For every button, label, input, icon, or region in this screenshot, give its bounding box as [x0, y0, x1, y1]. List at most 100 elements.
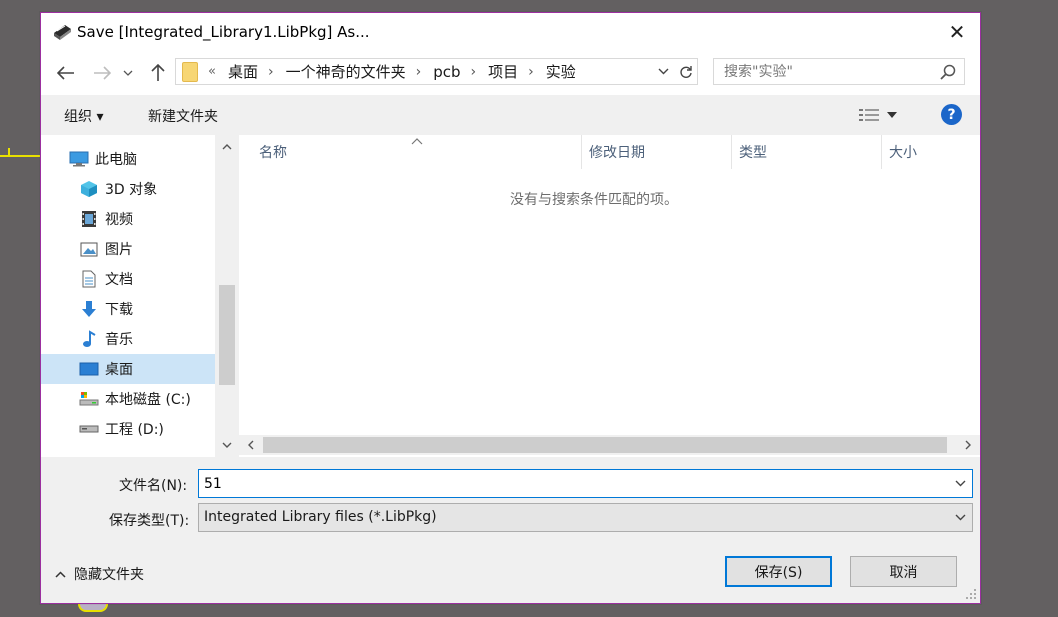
view-options-button[interactable]	[859, 105, 909, 125]
chevron-right-icon	[965, 440, 971, 450]
refresh-button[interactable]	[674, 58, 698, 85]
close-button[interactable]: ✕	[934, 13, 980, 51]
background-wire	[0, 155, 40, 157]
sidebar-item-label: 音乐	[105, 332, 133, 348]
pictures-icon	[79, 240, 99, 258]
breadcrumb-overflow[interactable]: «	[208, 64, 216, 79]
horizontal-scrollbar[interactable]	[239, 435, 980, 455]
documents-icon	[79, 270, 99, 288]
breadcrumb-experiment[interactable]: 实验	[546, 61, 576, 82]
sidebar-item-videos[interactable]: 视频	[41, 204, 215, 234]
chevron-left-icon	[248, 440, 254, 450]
sidebar-item-label: 此电脑	[95, 152, 137, 168]
3d-objects-icon	[79, 180, 99, 198]
sidebar-item-label: 工程 (D:)	[105, 422, 164, 438]
sort-ascending-icon	[411, 138, 423, 145]
filename-input[interactable]	[204, 474, 924, 494]
empty-folder-message: 没有与搜索条件匹配的项。	[510, 192, 678, 208]
filetype-select[interactable]: Integrated Library files (*.LibPkg)	[198, 503, 973, 532]
sidebar-item-label: 文档	[105, 272, 133, 288]
scroll-right-button[interactable]	[958, 435, 978, 455]
navigation-bar: « 桌面 › 一个神奇的文件夹 › pcb › 项目 › 实验	[41, 51, 980, 95]
chevron-right-icon[interactable]: ›	[416, 64, 422, 80]
breadcrumb-pcb[interactable]: pcb	[433, 63, 460, 81]
background-wire	[8, 148, 10, 157]
file-list[interactable]: 名称 修改日期 类型 大小 没有与搜索条件匹配的项。	[239, 135, 980, 457]
column-header-name[interactable]: 名称	[239, 135, 581, 169]
search-box[interactable]	[713, 58, 965, 85]
recent-locations-button[interactable]	[121, 61, 135, 85]
sidebar-item-label: 视频	[105, 212, 133, 228]
sidebar-item-drive-d[interactable]: 工程 (D:)	[41, 414, 215, 444]
sidebar-item-label: 本地磁盘 (C:)	[105, 392, 191, 408]
sidebar-item-label: 图片	[105, 242, 133, 258]
column-label: 类型	[739, 145, 767, 161]
chevron-down-icon	[658, 68, 668, 75]
sidebar-item-music[interactable]: 音乐	[41, 324, 215, 354]
resize-grip-icon[interactable]	[966, 589, 976, 599]
sidebar-item-downloads[interactable]: 下载	[41, 294, 215, 324]
desktop-icon	[79, 360, 99, 378]
sidebar-item-pictures[interactable]: 图片	[41, 234, 215, 264]
sidebar-item-this-pc[interactable]: 此电脑	[41, 144, 215, 174]
music-icon	[79, 330, 99, 348]
column-header-type[interactable]: 类型	[731, 135, 881, 169]
chevron-down-icon[interactable]	[955, 480, 966, 487]
up-button[interactable]	[145, 61, 171, 85]
arrow-up-icon	[151, 64, 165, 81]
column-label: 大小	[889, 145, 917, 161]
sidebar-item-3d-objects[interactable]: 3D 对象	[41, 174, 215, 204]
cancel-button[interactable]: 取消	[850, 556, 957, 587]
chevron-down-icon	[955, 514, 966, 521]
address-bar[interactable]: « 桌面 › 一个神奇的文件夹 › pcb › 项目 › 实验	[175, 58, 698, 85]
chevron-right-icon[interactable]: ›	[471, 64, 477, 80]
scrollbar-thumb[interactable]	[263, 437, 947, 453]
help-icon: ?	[947, 106, 956, 123]
help-button[interactable]: ?	[941, 104, 962, 125]
breadcrumb-project[interactable]: 项目	[488, 61, 518, 82]
column-label: 名称	[259, 145, 287, 161]
save-as-dialog: Save [Integrated_Library1.LibPkg] As... …	[40, 12, 981, 604]
video-icon	[79, 210, 99, 228]
filename-field[interactable]	[198, 469, 973, 498]
save-button[interactable]: 保存(S)	[725, 556, 832, 587]
breadcrumb-magic-folder[interactable]: 一个神奇的文件夹	[286, 61, 406, 82]
chevron-right-icon[interactable]: ›	[528, 64, 534, 80]
organize-menu[interactable]: 组织 ▾	[64, 106, 103, 126]
column-header-size[interactable]: 大小	[881, 135, 980, 169]
navigation-pane[interactable]: 此电脑 3D 对象 视频 图片 文档 下载 音乐 桌面 本地磁盘 (C:) 工程…	[41, 135, 239, 457]
sidebar-item-label: 下载	[105, 302, 133, 318]
sidebar-item-documents[interactable]: 文档	[41, 264, 215, 294]
close-icon: ✕	[948, 20, 966, 44]
details-view-icon	[859, 109, 879, 121]
chevron-right-icon[interactable]: ›	[268, 64, 274, 80]
scroll-left-button[interactable]	[241, 435, 261, 455]
hide-folders-toggle[interactable]: 隐藏文件夹	[55, 564, 144, 584]
sidebar-item-label: 桌面	[105, 362, 133, 378]
search-input[interactable]	[724, 62, 924, 82]
sidebar-item-desktop[interactable]: 桌面	[41, 354, 215, 384]
filename-label: 文件名(N):	[119, 478, 188, 494]
address-history-button[interactable]	[651, 58, 675, 85]
sidebar-item-local-disk-c[interactable]: 本地磁盘 (C:)	[41, 384, 215, 414]
scrollbar-thumb[interactable]	[219, 285, 235, 385]
column-header-date-modified[interactable]: 修改日期	[581, 135, 731, 169]
computer-icon	[69, 150, 89, 168]
forward-button[interactable]	[89, 61, 115, 85]
scroll-up-button[interactable]	[215, 137, 239, 157]
sidebar-scrollbar[interactable]	[215, 135, 239, 457]
scroll-down-button[interactable]	[215, 435, 239, 455]
breadcrumb-desktop[interactable]: 桌面	[228, 61, 258, 82]
new-folder-button[interactable]: 新建文件夹	[148, 106, 218, 126]
chevron-up-icon	[55, 570, 66, 578]
back-button[interactable]	[53, 61, 79, 85]
chevron-up-icon	[222, 144, 232, 150]
search-icon	[940, 64, 956, 80]
chevron-down-icon	[123, 70, 133, 76]
folder-icon	[182, 61, 198, 82]
filetype-label: 保存类型(T):	[109, 513, 190, 529]
sidebar-item-label: 3D 对象	[105, 182, 158, 198]
window-title: Save [Integrated_Library1.LibPkg] As...	[77, 23, 370, 41]
title-bar: Save [Integrated_Library1.LibPkg] As... …	[41, 13, 980, 51]
drive-icon	[79, 420, 99, 438]
